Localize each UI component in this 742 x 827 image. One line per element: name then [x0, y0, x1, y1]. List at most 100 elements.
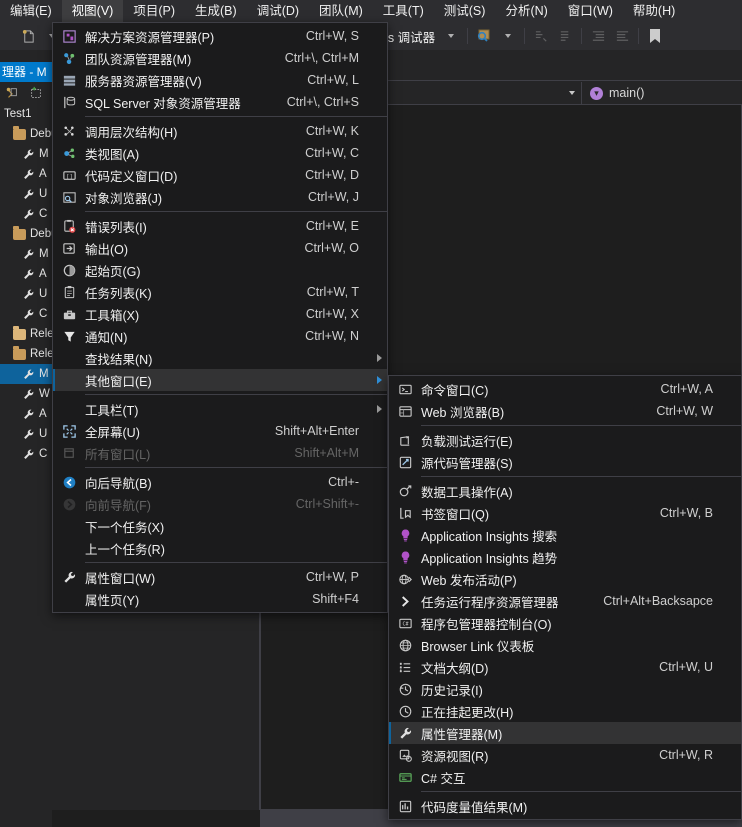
tree-node[interactable]: C: [0, 304, 52, 324]
view-menu-item-7[interactable]: [] 代码定义窗口(D) Ctrl+W, D: [53, 164, 387, 186]
tree-node[interactable]: M: [0, 244, 52, 264]
view-menu-item-shortcut: Ctrl+W, L: [307, 73, 359, 87]
toolbar-caret-2[interactable]: [496, 25, 520, 47]
view-menu-item-shortcut: Ctrl+W, O: [304, 241, 359, 255]
refresh-icon[interactable]: [0, 82, 24, 104]
menubar-item-5[interactable]: 团队(M): [309, 0, 373, 22]
tree-node[interactable]: U: [0, 284, 52, 304]
menubar-item-8[interactable]: 分析(N): [495, 0, 557, 22]
other-windows-item-shortcut: Ctrl+W, R: [659, 748, 713, 762]
view-menu-item-label: 全屏幕(U): [85, 425, 140, 440]
view-menu-item-5[interactable]: 调用层次结构(H) Ctrl+W, K: [53, 120, 387, 142]
resource-view-icon: [389, 744, 421, 766]
menubar-item-6[interactable]: 工具(T): [373, 0, 434, 22]
view-menu-item-19[interactable]: 工具栏(T): [53, 398, 387, 420]
view-menu-item-20[interactable]: 全屏幕(U) Shift+Alt+Enter: [53, 420, 387, 442]
other-windows-item-15[interactable]: 历史记录(I): [389, 678, 741, 700]
other-windows-item-14[interactable]: 文档大纲(D) Ctrl+W, U: [389, 656, 741, 678]
view-menu-item-12[interactable]: 起始页(G): [53, 259, 387, 281]
tree-node[interactable]: A: [0, 164, 52, 184]
other-windows-item-17[interactable]: 属性管理器(M): [389, 722, 741, 744]
other-windows-submenu[interactable]: 命令窗口(C) Ctrl+W, A Web 浏览器(B) Ctrl+W, W 负载测试运…: [388, 375, 742, 820]
view-menu-item-28[interactable]: 属性窗口(W) Ctrl+W, P: [53, 566, 387, 588]
chevron-right-icon: [371, 376, 387, 384]
tree-node[interactable]: Relea: [0, 344, 52, 364]
view-menu-item-8[interactable]: 对象浏览器(J) Ctrl+W, J: [53, 186, 387, 208]
tree-node-label: M: [39, 148, 49, 160]
bookmark-window-icon: [389, 502, 421, 524]
other-windows-item-8[interactable]: Application Insights 搜索: [389, 524, 741, 546]
tree-node-label: U: [39, 188, 48, 200]
other-windows-item-19[interactable]: C# 交互: [389, 766, 741, 788]
find-icon[interactable]: [472, 25, 496, 47]
view-menu-item-1[interactable]: 团队资源管理器(M) Ctrl+\, Ctrl+M: [53, 47, 387, 69]
other-windows-item-11[interactable]: 任务运行程序资源管理器 Ctrl+Alt+Backsapce: [389, 590, 741, 612]
menubar-item-7[interactable]: 测试(S): [434, 0, 496, 22]
other-windows-item-7[interactable]: 书签窗口(Q) Ctrl+W, B: [389, 502, 741, 524]
start-page-icon: [53, 259, 85, 281]
other-windows-item-6[interactable]: 数据工具操作(A): [389, 480, 741, 502]
menubar-item-1[interactable]: 视图(V): [61, 0, 124, 22]
other-windows-item-10[interactable]: Web 发布活动(P): [389, 568, 741, 590]
view-menu-item-0[interactable]: 解决方案资源管理器(P) Ctrl+W, S: [53, 25, 387, 47]
view-menu-item-16[interactable]: 查找结果(N): [53, 347, 387, 369]
tree-node[interactable]: C: [0, 444, 52, 464]
tree-node[interactable]: U: [0, 424, 52, 444]
other-windows-item-0[interactable]: 命令窗口(C) Ctrl+W, A: [389, 378, 741, 400]
tree-node[interactable]: Test1: [0, 104, 52, 124]
tree-node[interactable]: U: [0, 184, 52, 204]
bookmark-icon[interactable]: [643, 25, 667, 47]
menubar-item-2[interactable]: 项目(P): [123, 0, 185, 22]
output-icon: [53, 237, 85, 259]
other-windows-item-18[interactable]: 资源视图(R) Ctrl+W, R: [389, 744, 741, 766]
menubar-item-0[interactable]: 编辑(E): [0, 0, 62, 22]
other-windows-item-9[interactable]: Application Insights 趋势: [389, 546, 741, 568]
other-windows-separator: [421, 476, 741, 477]
view-menu-item-10[interactable]: 错误列表(I) Ctrl+W, E: [53, 215, 387, 237]
menubar-item-9[interactable]: 窗口(W): [558, 0, 623, 22]
other-windows-item-12[interactable]: C# 程序包管理器控制台(O): [389, 612, 741, 634]
view-menu-item-23[interactable]: 向后导航(B) Ctrl+-: [53, 471, 387, 493]
tree-node[interactable]: A: [0, 404, 52, 424]
solution-explorer-tree[interactable]: Test1DebuMAUCDebuMAUCReleaReleaMWAUC: [0, 104, 52, 464]
view-menu-item-6[interactable]: 类视图(A) Ctrl+W, C: [53, 142, 387, 164]
tree-node[interactable]: Debu: [0, 224, 52, 244]
menubar-item-10[interactable]: 帮助(H): [623, 0, 685, 22]
other-windows-item-16[interactable]: 正在挂起更改(H): [389, 700, 741, 722]
show-all-files-icon[interactable]: [24, 82, 48, 104]
tree-node-label: W: [39, 388, 50, 400]
other-windows-item-4[interactable]: 源代码管理器(S): [389, 451, 741, 473]
tree-node[interactable]: M: [0, 144, 52, 164]
new-item-icon[interactable]: [16, 25, 40, 47]
view-menu-item-11[interactable]: 输出(O) Ctrl+W, O: [53, 237, 387, 259]
tree-node[interactable]: Relea: [0, 324, 52, 344]
navbar-member-dropdown[interactable]: ▾ main(): [582, 86, 644, 100]
folder-open-icon: [13, 225, 26, 240]
view-menu-item-3[interactable]: SQL Server 对象资源管理器 Ctrl+\, Ctrl+S: [53, 91, 387, 113]
view-menu-item-15[interactable]: 通知(N) Ctrl+W, N: [53, 325, 387, 347]
other-windows-item-13[interactable]: Browser Link 仪表板: [389, 634, 741, 656]
view-menu-item-13[interactable]: 任务列表(K) Ctrl+W, T: [53, 281, 387, 303]
other-windows-item-21[interactable]: 代码度量值结果(M): [389, 795, 741, 817]
tree-node[interactable]: W: [0, 384, 52, 404]
menubar-item-4[interactable]: 调试(D): [247, 0, 309, 22]
view-menu-item-25[interactable]: 下一个任务(X): [53, 515, 387, 537]
tree-node[interactable]: A: [0, 264, 52, 284]
view-menu-item-17[interactable]: 其他窗口(E): [53, 369, 387, 391]
view-menu-item-29[interactable]: 属性页(Y) Shift+F4: [53, 588, 387, 610]
menubar-item-3[interactable]: 生成(B): [185, 0, 247, 22]
outdent-icon: [610, 25, 634, 47]
tree-node[interactable]: C: [0, 204, 52, 224]
other-windows-item-1[interactable]: Web 浏览器(B) Ctrl+W, W: [389, 400, 741, 422]
start-debug-dropdown-icon[interactable]: [439, 25, 463, 47]
view-menu-item-2[interactable]: 服务器资源管理器(V) Ctrl+W, L: [53, 69, 387, 91]
chevron-right-icon: [371, 354, 387, 362]
other-windows-item-3[interactable]: 负载测试运行(E): [389, 429, 741, 451]
view-menu-item-14[interactable]: 工具箱(X) Ctrl+W, X: [53, 303, 387, 325]
tree-node[interactable]: M: [0, 364, 52, 384]
view-menu[interactable]: 解决方案资源管理器(P) Ctrl+W, S 团队资源管理器(M) Ctrl+\, C…: [52, 22, 388, 613]
view-menu-item-24: 向前导航(F) Ctrl+Shift+-: [53, 493, 387, 515]
view-menu-item-26[interactable]: 上一个任务(R): [53, 537, 387, 559]
toolbar-separator-2: [467, 28, 469, 44]
tree-node[interactable]: Debu: [0, 124, 52, 144]
